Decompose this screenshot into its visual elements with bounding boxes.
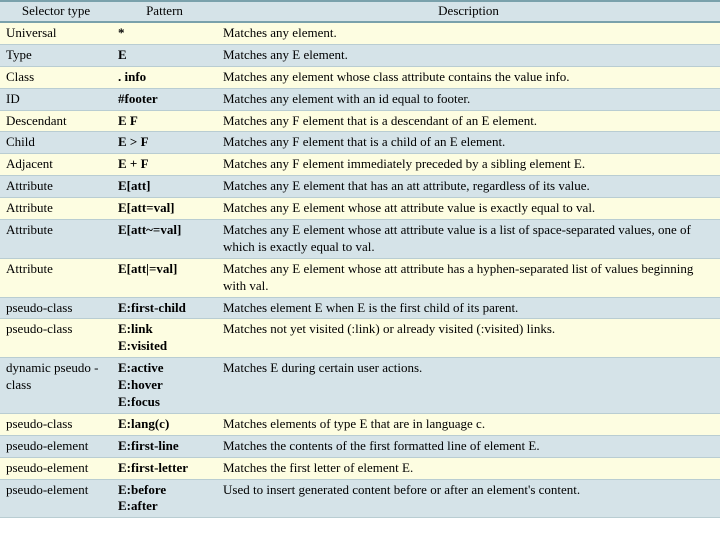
cell-description: Matches any element whose class attribut… xyxy=(217,66,720,88)
cell-selector-type: ID xyxy=(0,88,112,110)
header-description: Description xyxy=(217,1,720,22)
cell-description: Matches any E element. xyxy=(217,44,720,66)
cell-selector-type: Class xyxy=(0,66,112,88)
cell-selector-type: pseudo-element xyxy=(0,435,112,457)
cell-selector-type: pseudo-element xyxy=(0,457,112,479)
table-row: dynamic pseudo -classE:active E:hover E:… xyxy=(0,358,720,414)
table-row: DescendantE FMatches any F element that … xyxy=(0,110,720,132)
cell-description: Matches any E element whose att attribut… xyxy=(217,220,720,259)
table-row: AdjacentE + FMatches any F element immed… xyxy=(0,154,720,176)
table-row: pseudo-classE:lang(c)Matches elements of… xyxy=(0,413,720,435)
cell-pattern: E[att~=val] xyxy=(112,220,217,259)
cell-description: Matches the first letter of element E. xyxy=(217,457,720,479)
cell-selector-type: Adjacent xyxy=(0,154,112,176)
cell-pattern: E:active E:hover E:focus xyxy=(112,358,217,414)
cell-pattern: E:before E:after xyxy=(112,479,217,518)
cell-pattern: E:first-child xyxy=(112,297,217,319)
header-row: Selector type Pattern Description xyxy=(0,1,720,22)
cell-description: Matches elements of type E that are in l… xyxy=(217,413,720,435)
cell-description: Matches E during certain user actions. xyxy=(217,358,720,414)
cell-description: Matches any F element immediately preced… xyxy=(217,154,720,176)
cell-selector-type: Child xyxy=(0,132,112,154)
cell-description: Matches any E element that has an att at… xyxy=(217,176,720,198)
cell-pattern: E:link E:visited xyxy=(112,319,217,358)
cell-description: Matches any F element that is a descenda… xyxy=(217,110,720,132)
cell-description: Matches any element with an id equal to … xyxy=(217,88,720,110)
table-row: AttributeE[att|=val]Matches any E elemen… xyxy=(0,258,720,297)
cell-selector-type: pseudo-element xyxy=(0,479,112,518)
cell-selector-type: Universal xyxy=(0,22,112,44)
cell-selector-type: pseudo-class xyxy=(0,319,112,358)
cell-pattern: E xyxy=(112,44,217,66)
cell-description: Matches the contents of the first format… xyxy=(217,435,720,457)
cell-pattern: E F xyxy=(112,110,217,132)
cell-pattern: E > F xyxy=(112,132,217,154)
cell-description: Matches not yet visited (:link) or alrea… xyxy=(217,319,720,358)
table-row: AttributeE[att]Matches any E element tha… xyxy=(0,176,720,198)
selectors-table: Selector type Pattern Description Univer… xyxy=(0,0,720,518)
cell-selector-type: pseudo-class xyxy=(0,297,112,319)
cell-pattern: E:lang(c) xyxy=(112,413,217,435)
table-row: pseudo-classE:link E:visitedMatches not … xyxy=(0,319,720,358)
cell-pattern: E[att=val] xyxy=(112,198,217,220)
cell-description: Matches any E element whose att attribut… xyxy=(217,198,720,220)
table-row: AttributeE[att=val]Matches any E element… xyxy=(0,198,720,220)
cell-selector-type: Attribute xyxy=(0,220,112,259)
cell-pattern: * xyxy=(112,22,217,44)
cell-pattern: E + F xyxy=(112,154,217,176)
table-row: pseudo-classE:first-childMatches element… xyxy=(0,297,720,319)
cell-description: Matches element E when E is the first ch… xyxy=(217,297,720,319)
cell-selector-type: Type xyxy=(0,44,112,66)
header-pattern: Pattern xyxy=(112,1,217,22)
cell-pattern: #footer xyxy=(112,88,217,110)
cell-selector-type: Attribute xyxy=(0,198,112,220)
cell-description: Matches any element. xyxy=(217,22,720,44)
table-row: pseudo-elementE:first-letterMatches the … xyxy=(0,457,720,479)
cell-selector-type: Attribute xyxy=(0,258,112,297)
table-row: Universal*Matches any element. xyxy=(0,22,720,44)
table-row: TypeEMatches any E element. xyxy=(0,44,720,66)
table-row: pseudo-elementE:first-lineMatches the co… xyxy=(0,435,720,457)
cell-description: Matches any E element whose att attribut… xyxy=(217,258,720,297)
cell-pattern: E[att|=val] xyxy=(112,258,217,297)
cell-description: Matches any F element that is a child of… xyxy=(217,132,720,154)
cell-pattern: E:first-letter xyxy=(112,457,217,479)
table-row: AttributeE[att~=val]Matches any E elemen… xyxy=(0,220,720,259)
cell-selector-type: Attribute xyxy=(0,176,112,198)
table-row: Class. infoMatches any element whose cla… xyxy=(0,66,720,88)
cell-selector-type: Descendant xyxy=(0,110,112,132)
cell-pattern: . info xyxy=(112,66,217,88)
cell-description: Used to insert generated content before … xyxy=(217,479,720,518)
table-row: ChildE > FMatches any F element that is … xyxy=(0,132,720,154)
cell-pattern: E:first-line xyxy=(112,435,217,457)
cell-selector-type: pseudo-class xyxy=(0,413,112,435)
header-selector-type: Selector type xyxy=(0,1,112,22)
cell-pattern: E[att] xyxy=(112,176,217,198)
cell-selector-type: dynamic pseudo -class xyxy=(0,358,112,414)
table-row: pseudo-elementE:before E:afterUsed to in… xyxy=(0,479,720,518)
table-row: ID#footerMatches any element with an id … xyxy=(0,88,720,110)
